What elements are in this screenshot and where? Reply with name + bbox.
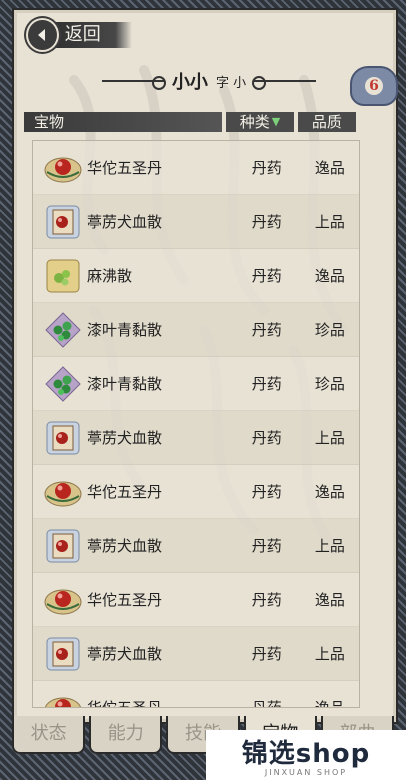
item-name: 漆叶青黏散 <box>87 321 163 339</box>
item-row[interactable]: 葶苈犬血散 丹药 上品 <box>33 411 359 465</box>
watermark-main: 锦选shop <box>241 739 371 769</box>
title-ornament-right <box>252 76 317 90</box>
item-quality: 逸品 <box>314 159 345 177</box>
item-row[interactable]: 华佗五圣丹 丹药 逸品 <box>33 465 359 519</box>
item-quality: 逸品 <box>314 699 345 708</box>
item-quality: 上品 <box>314 537 345 555</box>
item-row[interactable]: 葶苈犬血散 丹药 上品 <box>33 195 359 249</box>
item-type: 丹药 <box>251 213 282 231</box>
item-row[interactable]: 葶苈犬血散 丹药 上品 <box>33 519 359 573</box>
pill-red-icon <box>43 148 83 188</box>
title-ornament-left <box>102 76 166 90</box>
sort-chevron-icon: ▼ <box>271 115 281 128</box>
beads-green-icon <box>43 364 83 404</box>
scroll-red-icon <box>43 526 83 566</box>
shop-watermark: 锦选shop JINXUAN SHOP <box>206 730 406 780</box>
title-main: 小小 <box>171 72 208 93</box>
item-name: 葶苈犬血散 <box>87 213 163 231</box>
item-row[interactable]: 漆叶青黏散 丹药 珍品 <box>33 357 359 411</box>
item-name: 华佗五圣丹 <box>87 159 163 177</box>
pill-red-icon <box>43 580 83 620</box>
item-quality: 上品 <box>314 645 345 663</box>
item-row[interactable]: 华佗五圣丹 丹药 逸品 <box>33 141 359 195</box>
item-name: 葶苈犬血散 <box>87 429 163 447</box>
item-type: 丹药 <box>251 321 282 339</box>
column-type-header: 种类 <box>239 113 270 131</box>
herb-green-icon <box>43 256 83 296</box>
item-quality: 珍品 <box>314 375 345 393</box>
item-name: 华佗五圣丹 <box>87 591 163 609</box>
item-name: 华佗五圣丹 <box>87 483 163 501</box>
beads-green-icon <box>43 310 83 350</box>
column-quality-header: 品质 <box>297 112 356 132</box>
item-row[interactable]: 漆叶青黏散 丹药 珍品 <box>33 303 359 357</box>
item-row[interactable]: 麻沸散 丹药 逸品 <box>33 249 359 303</box>
item-type: 丹药 <box>251 591 282 609</box>
item-type: 丹药 <box>251 483 282 501</box>
item-quality: 逸品 <box>314 483 345 501</box>
item-type: 丹药 <box>251 537 282 555</box>
pill-red-icon <box>43 688 83 707</box>
item-name: 麻沸散 <box>87 267 133 285</box>
item-quality: 上品 <box>314 429 345 447</box>
page-title: 小小 字 小 <box>94 66 324 96</box>
item-name: 葶苈犬血散 <box>87 645 163 663</box>
scroll-red-icon <box>43 634 83 674</box>
item-type: 丹药 <box>251 159 282 177</box>
tab-1[interactable]: 能力 <box>89 716 163 754</box>
item-type: 丹药 <box>251 267 282 285</box>
column-type-sort[interactable]: 种类 ▼ <box>226 112 294 132</box>
scroll-red-icon <box>43 418 83 458</box>
column-name-header: 宝物 <box>24 112 223 132</box>
back-arrow-icon <box>26 18 59 52</box>
title-sub: 字 小 <box>215 75 247 91</box>
item-quality: 上品 <box>314 213 345 231</box>
item-quality: 珍品 <box>314 321 345 339</box>
item-quality: 逸品 <box>314 267 345 285</box>
item-list[interactable]: 华佗五圣丹 丹药 逸品 葶苈犬血散 丹药 上品 麻沸散 丹药 逸品 漆叶青黏散 丹药 珍品 漆叶青黏散丹… <box>32 140 360 708</box>
item-type: 丹药 <box>251 699 282 708</box>
cloud-count-badge[interactable]: 6 <box>350 66 398 106</box>
count-value: 6 <box>365 77 383 95</box>
item-row[interactable]: 华佗五圣丹 丹药 逸品 <box>33 573 359 627</box>
item-row[interactable]: 葶苈犬血散 丹药 上品 <box>33 627 359 681</box>
item-type: 丹药 <box>251 645 282 663</box>
watermark-sub: JINXUAN SHOP <box>264 768 348 777</box>
pill-red-icon <box>43 472 83 512</box>
back-label: 返回 <box>48 22 132 48</box>
item-quality: 逸品 <box>314 591 345 609</box>
tab-0[interactable]: 状态 <box>12 716 86 754</box>
item-name: 华佗五圣丹 <box>87 699 163 708</box>
item-row[interactable]: 华佗五圣丹 丹药 逸品 <box>33 681 359 708</box>
table-header: 宝物 种类 ▼ 品质 <box>24 112 356 132</box>
item-type: 丹药 <box>251 429 282 447</box>
scroll-red-icon <box>43 202 83 242</box>
item-name: 葶苈犬血散 <box>87 537 163 555</box>
item-type: 丹药 <box>251 375 282 393</box>
item-name: 漆叶青黏散 <box>87 375 163 393</box>
back-button[interactable]: 返回 <box>26 18 132 52</box>
